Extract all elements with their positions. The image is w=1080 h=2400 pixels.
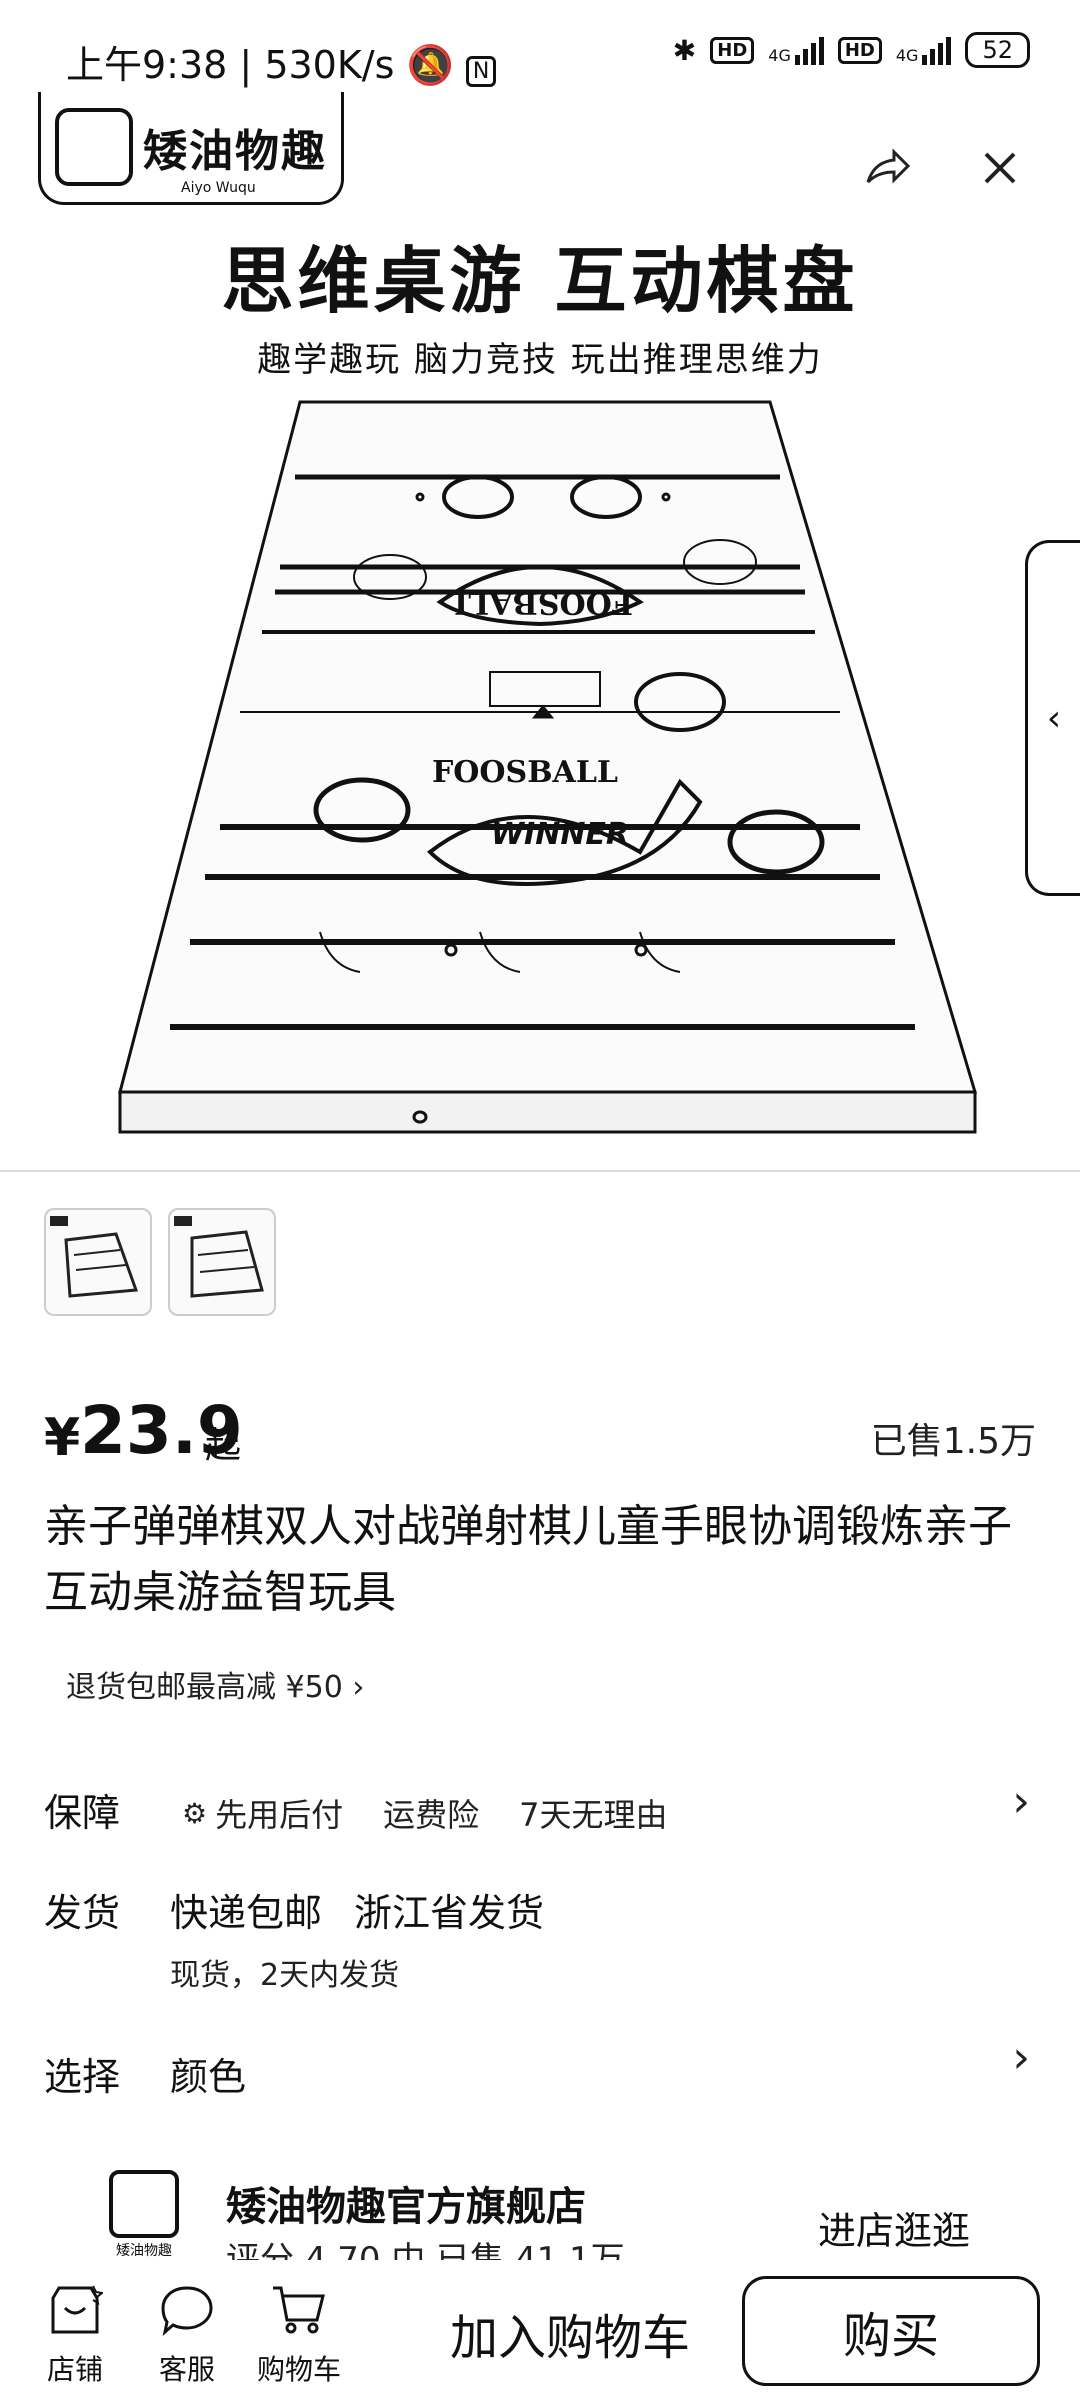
share-icon[interactable] bbox=[858, 138, 918, 198]
guarantee-label: 保障 bbox=[44, 1791, 121, 1835]
chevron-right-icon[interactable]: › bbox=[1012, 1776, 1030, 1827]
thumbnail[interactable] bbox=[168, 1208, 276, 1316]
close-icon[interactable] bbox=[970, 138, 1030, 198]
brand-mark-icon bbox=[55, 108, 133, 186]
choose-label: 选择 bbox=[44, 2055, 121, 2099]
cart-button[interactable]: 购物车 bbox=[254, 2280, 344, 2388]
store-logo[interactable]: 矮油物趣 bbox=[104, 2170, 184, 2260]
signal-icon: 4G bbox=[768, 35, 824, 65]
mute-icon: 🔕 bbox=[406, 43, 454, 87]
stock-status: 现货，2天内发货 bbox=[170, 1958, 400, 1993]
chevron-left-icon: ‹ bbox=[1046, 697, 1062, 739]
shopping-cart-icon bbox=[271, 2280, 327, 2340]
status-time: 上午9:38 | 530K/s 🔕 N bbox=[66, 34, 497, 89]
board-label-bottom: WINNER bbox=[491, 817, 629, 852]
shipping-info: 快递包邮 浙江省发货 bbox=[170, 1891, 545, 1935]
guarantee-items[interactable]: ⚙ 先用后付 运费险 7天无理由 bbox=[182, 1790, 668, 1836]
board-label-top: FOOSBALL bbox=[432, 755, 618, 790]
battery-icon: 52 bbox=[965, 32, 1030, 68]
choose-value[interactable]: 颜色 bbox=[170, 2046, 246, 2101]
buy-button[interactable]: 购买 bbox=[742, 2276, 1040, 2386]
status-icons: ✱ HD 4G HD 4G 52 bbox=[673, 32, 1030, 68]
shop-button[interactable]: 店铺 bbox=[30, 2280, 120, 2388]
hero-subheadline: 趣学趣玩 脑力竞技 玩出推理思维力 bbox=[257, 340, 823, 380]
brand-mark-icon bbox=[109, 2170, 179, 2238]
signal-icon: 4G bbox=[896, 35, 952, 65]
bluetooth-icon: ✱ bbox=[672, 33, 697, 67]
price-symbol: ¥ bbox=[44, 1408, 81, 1468]
guarantee-item: 7天无理由 bbox=[519, 1796, 668, 1834]
hero-headline: 思维桌游 互动棋盘 bbox=[221, 239, 859, 323]
chat-bubble-icon bbox=[159, 2280, 215, 2340]
brand-logo: 矮油物趣 Aiyo Wuqu bbox=[38, 92, 344, 205]
hd-badge: HD bbox=[710, 36, 755, 64]
enter-store-button[interactable]: 进店逛逛 bbox=[818, 2200, 970, 2255]
board-label-top-flipped: FOOSBALL bbox=[447, 585, 633, 620]
gallery-expand-tab[interactable]: ‹ bbox=[1025, 540, 1080, 896]
customer-service-button[interactable]: 客服 bbox=[142, 2280, 232, 2388]
product-title: 亲子弹弹棋双人对战弹射棋儿童手眼协调锻炼亲子互动桌游益智玩具 bbox=[44, 1501, 1012, 1618]
store-stats: 评分 4.70 中 已售 41.1万 bbox=[226, 2240, 625, 2262]
store-name[interactable]: 矮油物趣官方旗舰店 bbox=[226, 2174, 586, 2232]
chevron-right-icon[interactable]: › bbox=[1012, 2032, 1030, 2083]
divider bbox=[0, 1170, 1080, 1172]
price-suffix: 起 bbox=[205, 1425, 242, 1466]
product-hero-image[interactable]: FOOSBALL FOOSBALL WINNER 矮油物趣 Aiyo Wuqu … bbox=[0, 92, 1080, 1172]
status-bar: 上午9:38 | 530K/s 🔕 N ✱ HD 4G HD 4G 52 bbox=[0, 0, 1080, 90]
add-to-cart-button[interactable]: 加入购物车 bbox=[420, 2298, 720, 2368]
shield-icon: ⚙ bbox=[182, 1796, 208, 1830]
refund-note[interactable]: 退货包邮最高减 ¥50 › bbox=[66, 1662, 364, 1706]
shipping-label: 发货 bbox=[44, 1891, 121, 1935]
hd-badge: HD bbox=[837, 36, 882, 64]
guarantee-item: ⚙ 先用后付 bbox=[182, 1796, 344, 1834]
thumbnail[interactable] bbox=[44, 1208, 152, 1316]
nfc-icon: N bbox=[465, 56, 497, 87]
sold-count: 已售1.5万 bbox=[870, 1421, 1036, 1462]
guarantee-item: 运费险 bbox=[383, 1796, 480, 1834]
shop-icon bbox=[47, 2280, 103, 2340]
